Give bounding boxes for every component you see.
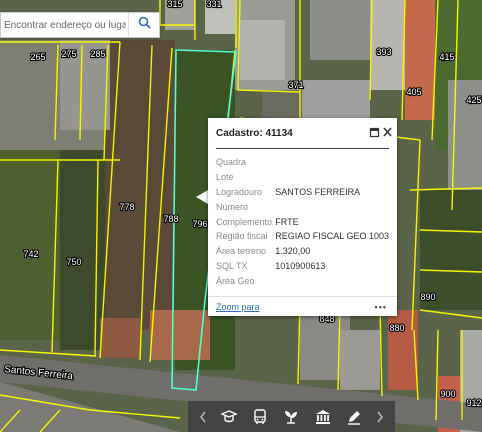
lot-label: 425: [466, 95, 481, 105]
popup-title: Cadastro: 41134: [216, 127, 293, 139]
attribute-value: 1.320,00: [275, 246, 311, 257]
lot-label: 778: [119, 202, 134, 212]
attribute-row: Número: [216, 199, 389, 214]
museum-icon[interactable]: [312, 406, 334, 428]
lot-label: 742: [23, 249, 38, 259]
lot-label: 796: [192, 219, 207, 229]
attribute-value: FRTE: [275, 216, 299, 227]
popup-divider: [216, 148, 389, 149]
lot-label: 285: [90, 49, 105, 59]
search-input[interactable]: [1, 18, 128, 32]
attribute-table: Quadra Lote Logradouro SANTOS FERREIRA Nú…: [216, 155, 389, 288]
layer-toolbar: [188, 401, 395, 432]
more-options-button[interactable]: •••: [375, 302, 387, 312]
attribute-key: Complemento: [216, 216, 273, 227]
close-icon[interactable]: [382, 118, 393, 137]
lot-label: 788: [163, 214, 178, 224]
lot-label: 405: [406, 87, 421, 97]
attribute-value: [275, 155, 389, 170]
popup-header: Cadastro: 41134: [208, 118, 397, 148]
lot-label: 265: [30, 52, 45, 62]
chevron-left-icon[interactable]: [197, 406, 209, 428]
attribute-value: SANTOS FERREIRA: [275, 186, 361, 197]
attribute-key: Área terreno: [216, 246, 267, 257]
attribute-value: REGIAO FISCAL GEO 1003: [275, 231, 389, 242]
attribute-value: [275, 199, 389, 214]
zoom-to-link[interactable]: Zoom para: [216, 302, 260, 312]
education-icon[interactable]: [218, 406, 240, 428]
search-bar: [0, 12, 160, 38]
chevron-right-icon[interactable]: [374, 406, 386, 428]
popup-footer: Zoom para •••: [208, 296, 397, 316]
attribute-key: Número: [216, 201, 249, 212]
lot-label: 912: [466, 398, 481, 408]
lot-label: 275: [61, 49, 76, 59]
search-icon: [138, 16, 151, 34]
attribute-row: Lote: [216, 170, 389, 185]
attribute-key: Logradouro: [216, 186, 263, 197]
lot-label: 371: [288, 80, 303, 90]
plant-icon[interactable]: [280, 406, 302, 428]
edit-icon[interactable]: [343, 406, 365, 428]
attribute-key: Região fiscal: [216, 231, 268, 242]
attribute-key: Quadra: [216, 157, 247, 168]
attribute-row: SQL TX 1010900613: [216, 259, 389, 274]
attribute-row: Região fiscal REGIAO FISCAL GEO 1003: [216, 229, 389, 244]
lot-label: 331: [206, 0, 221, 9]
attribute-value: [275, 273, 389, 288]
attribute-row: Quadra: [216, 155, 389, 170]
lot-label: 415: [439, 52, 454, 62]
attribute-value: [275, 170, 389, 185]
lot-label: 393: [376, 47, 391, 57]
attribute-row: Área Geo: [216, 273, 389, 288]
popup-controls: [369, 118, 393, 138]
popup-pointer: [196, 190, 208, 204]
attribute-row: Área terreno 1.320,00: [216, 244, 389, 259]
attribute-key: SQL TX: [216, 260, 248, 271]
attribute-row: Complemento FRTE: [216, 214, 389, 229]
lot-label: 750: [66, 257, 81, 267]
attribute-value: 1010900613: [275, 260, 326, 271]
attribute-key: Lote: [216, 172, 234, 183]
lot-label: 880: [389, 323, 404, 333]
attribute-key: Área Geo: [216, 275, 255, 286]
lot-label: 890: [420, 292, 435, 302]
info-popup: Cadastro: 41134 Quadra Lote Logradouro SA…: [208, 118, 397, 316]
attribute-row: Logradouro SANTOS FERREIRA: [216, 185, 389, 200]
lot-label: 315: [167, 0, 182, 9]
search-button[interactable]: [128, 13, 159, 37]
lot-label: 900: [440, 389, 455, 399]
maximize-icon[interactable]: [369, 118, 380, 138]
bus-icon[interactable]: [249, 406, 271, 428]
